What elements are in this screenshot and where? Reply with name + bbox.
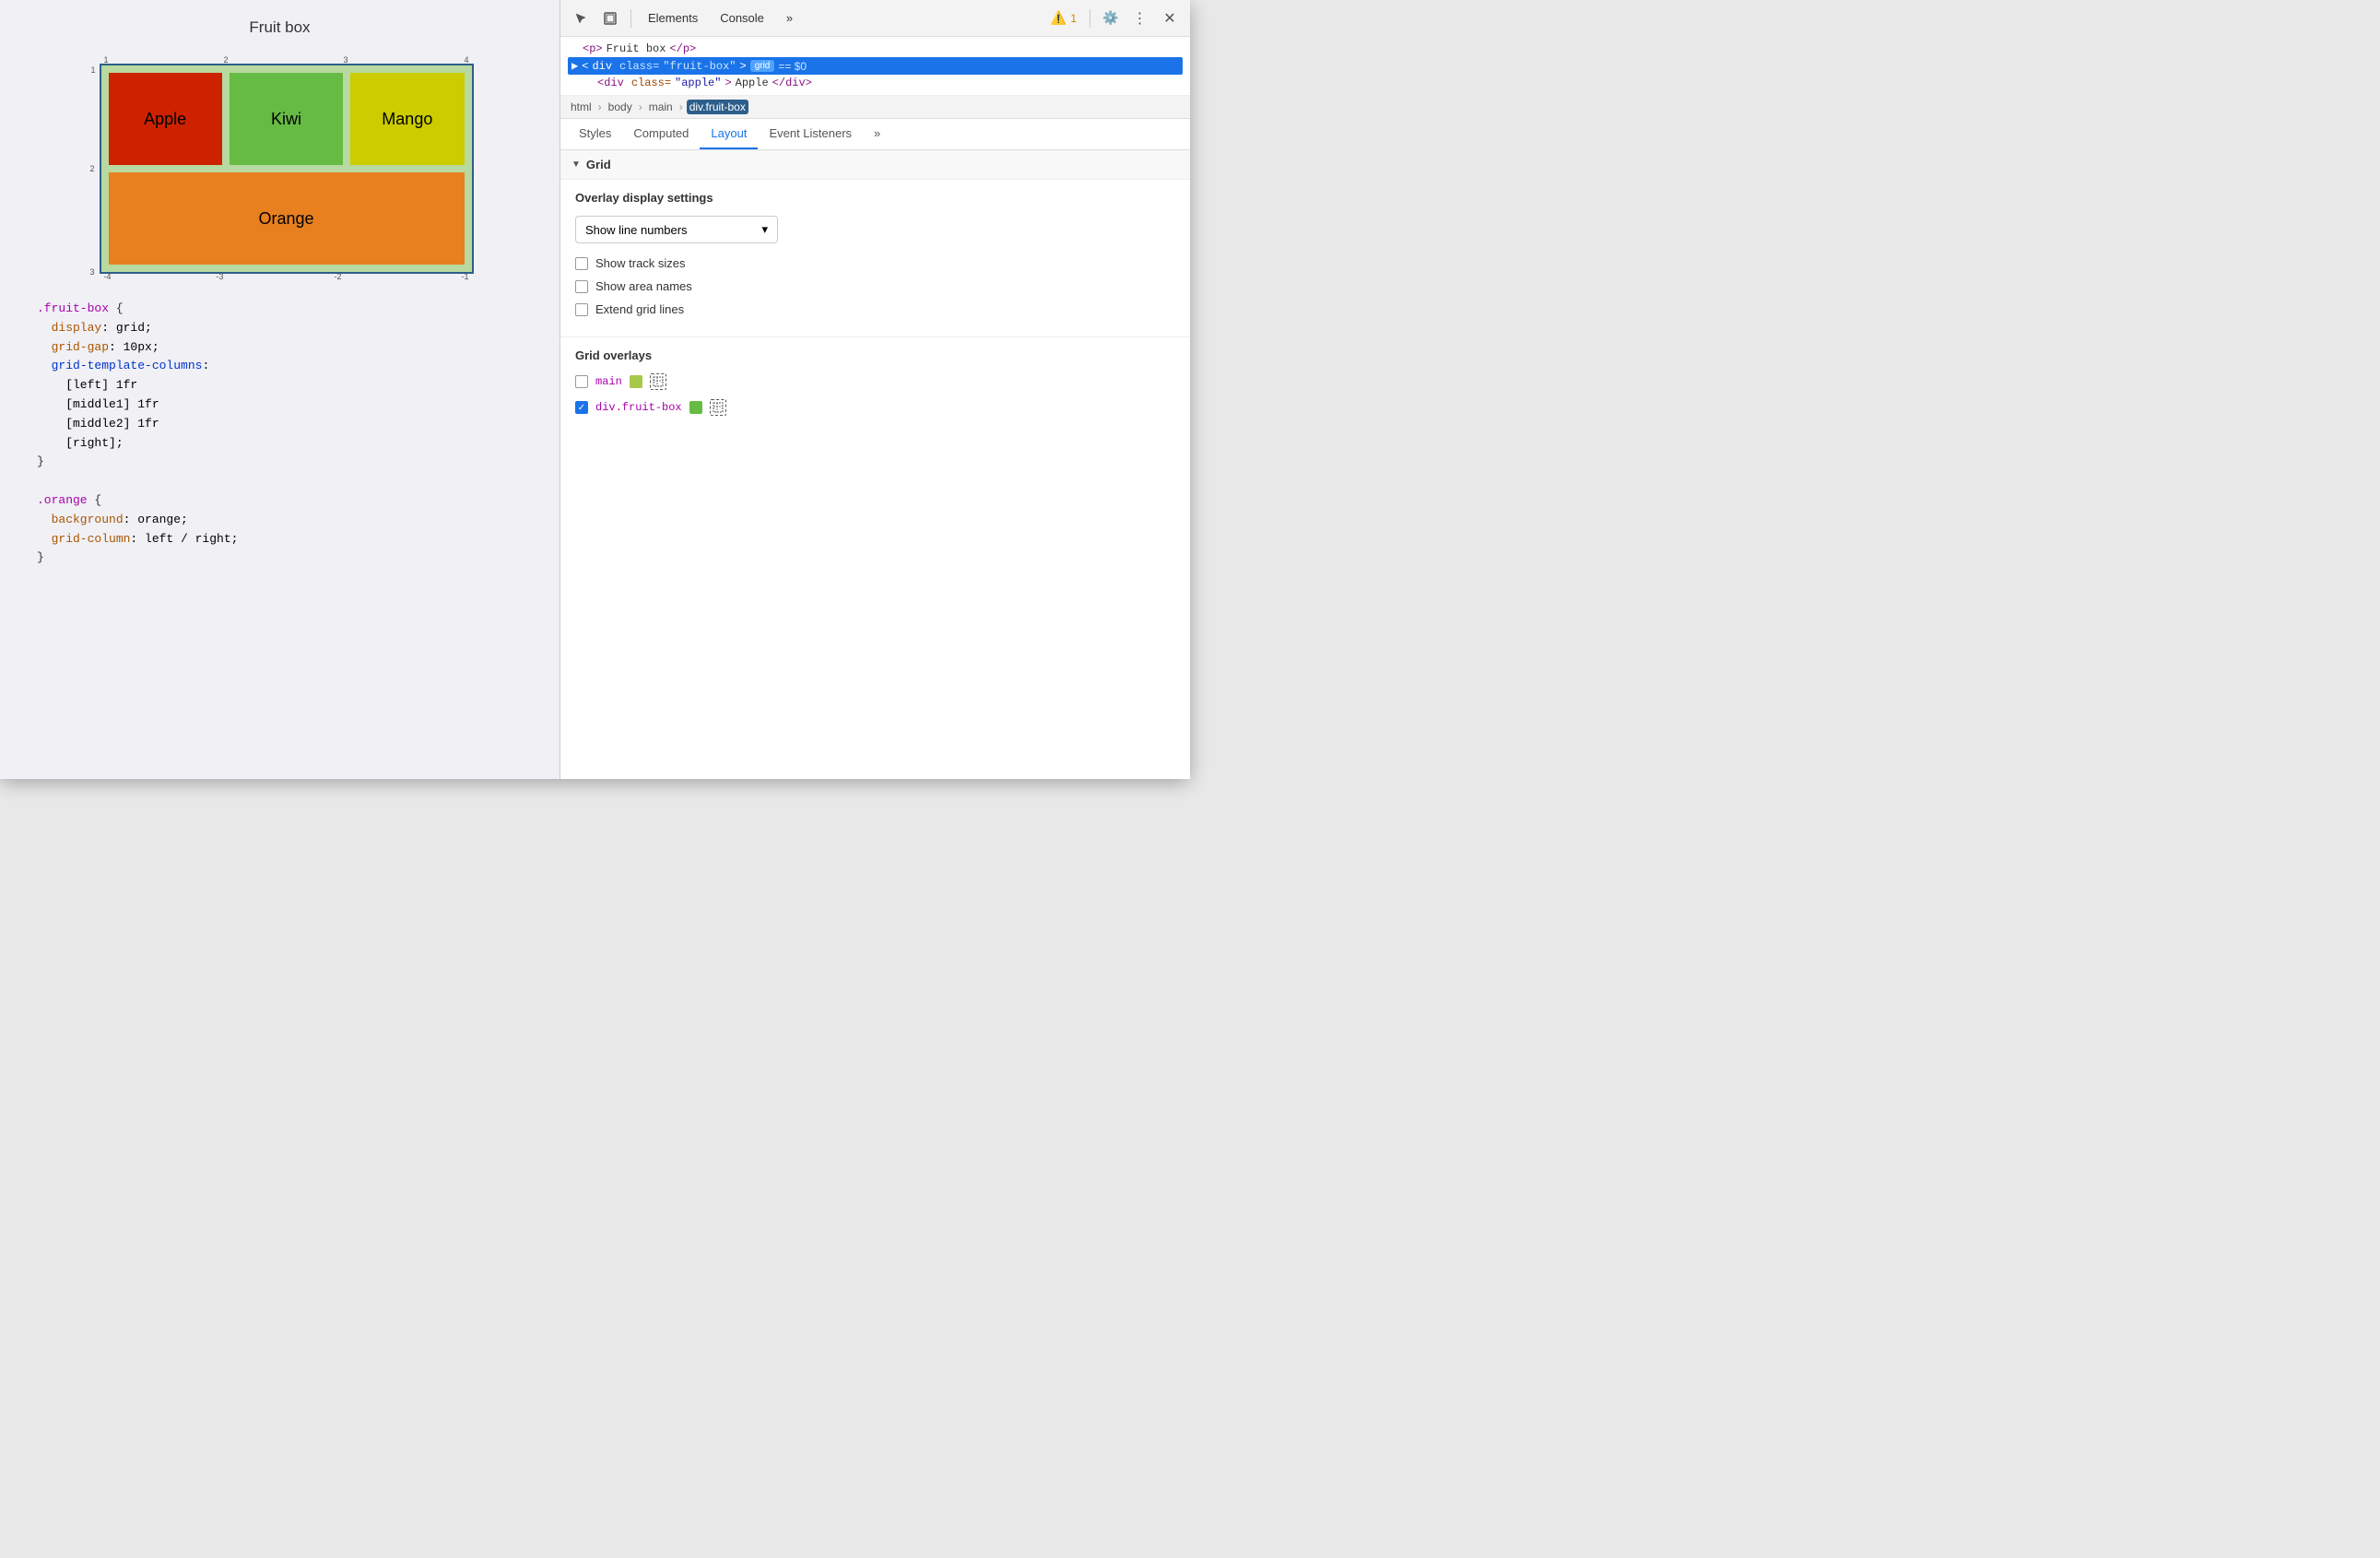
checkbox-show-area-names: Show area names bbox=[575, 279, 1175, 293]
tab-more-panels[interactable]: » bbox=[863, 119, 891, 149]
breadcrumb-body[interactable]: body bbox=[606, 100, 635, 114]
breadcrumb: html › body › main › div.fruit-box bbox=[560, 96, 1190, 119]
fruit-box-title: Fruit box bbox=[249, 18, 310, 37]
grid-visual: Apple Kiwi Mango Orange bbox=[100, 64, 474, 274]
code-line: [left] 1fr bbox=[37, 376, 523, 395]
line-num-left-3: 3 bbox=[89, 267, 96, 277]
dom-line-div-apple[interactable]: <div class= "apple" > Apple </div> bbox=[568, 75, 1183, 91]
checkbox-extend-grid-lines: Extend grid lines bbox=[575, 302, 1175, 316]
code-line: background: orange; bbox=[37, 511, 523, 530]
extend-grid-lines-label: Extend grid lines bbox=[595, 302, 684, 316]
main-color-swatch[interactable] bbox=[630, 375, 642, 388]
main-grid-icon[interactable] bbox=[650, 373, 666, 390]
code-line: .fruit-box { bbox=[37, 300, 523, 319]
dom-line-div-fruit-box[interactable]: ▶ < div class= "fruit-box" > grid == $0 bbox=[568, 57, 1183, 75]
overlay-row-fruit-box: div.fruit-box bbox=[575, 399, 1175, 416]
dropdown-container: Show line numbers ▾ bbox=[575, 216, 1175, 243]
inspect-icon[interactable] bbox=[597, 6, 623, 31]
breadcrumb-main[interactable]: main bbox=[646, 100, 676, 114]
line-num-left-1: 1 bbox=[90, 65, 97, 75]
grid-section-title: Grid bbox=[586, 158, 611, 171]
tab-more[interactable]: » bbox=[777, 7, 802, 29]
fruit-box-grid-icon[interactable] bbox=[710, 399, 726, 416]
show-area-names-checkbox[interactable] bbox=[575, 280, 588, 293]
code-section: .fruit-box { display: grid; grid-gap: 10… bbox=[18, 300, 541, 568]
checkbox-show-track-sizes: Show track sizes bbox=[575, 256, 1175, 270]
code-line: grid-gap: 10px; bbox=[37, 338, 523, 358]
code-line: grid-column: left / right; bbox=[37, 530, 523, 549]
tab-elements[interactable]: Elements bbox=[639, 7, 707, 29]
overlay-display-title: Overlay display settings bbox=[575, 191, 1175, 205]
code-selector: .fruit-box bbox=[37, 301, 109, 315]
grid-section-header[interactable]: ▼ Grid bbox=[560, 150, 1190, 180]
line-num-left-2: 2 bbox=[89, 164, 96, 173]
layout-content: ▼ Grid Overlay display settings Show lin… bbox=[560, 150, 1190, 779]
tab-event-listeners[interactable]: Event Listeners bbox=[758, 119, 863, 149]
grid-visual-container: 1 2 3 4 1 2 3 -4 -3 -2 -1 -1 Apple Kiwi … bbox=[87, 51, 474, 281]
line-numbers-dropdown[interactable]: Show line numbers ▾ bbox=[575, 216, 778, 243]
warning-count: 1 bbox=[1070, 12, 1077, 25]
close-icon[interactable]: ✕ bbox=[1157, 6, 1183, 31]
code-line: [right]; bbox=[37, 434, 523, 454]
show-track-sizes-checkbox[interactable] bbox=[575, 257, 588, 270]
fruit-box-color-swatch[interactable] bbox=[689, 401, 702, 414]
fruit-box-overlay-checkbox[interactable] bbox=[575, 401, 588, 414]
breadcrumb-div-fruit-box[interactable]: div.fruit-box bbox=[687, 100, 748, 114]
warning-badge[interactable]: ⚠️ 1 bbox=[1045, 8, 1082, 28]
dom-line-p[interactable]: <p> Fruit box </p> bbox=[568, 41, 1183, 57]
dropdown-arrow-icon: ▾ bbox=[761, 222, 768, 237]
devtools-header: Elements Console » ⚠️ 1 ⚙️ ⋮ ✕ bbox=[560, 0, 1190, 37]
tabs-row: Styles Computed Layout Event Listeners » bbox=[560, 119, 1190, 150]
cell-orange: Orange bbox=[109, 172, 465, 265]
code-line: } bbox=[37, 453, 523, 472]
overlay-section: Overlay display settings Show line numbe… bbox=[560, 180, 1190, 337]
fruit-box-overlay-name: div.fruit-box bbox=[595, 401, 682, 414]
tab-computed[interactable]: Computed bbox=[622, 119, 700, 149]
left-panel: Fruit box 1 2 3 4 1 2 3 -4 -3 -2 -1 -1 A… bbox=[0, 0, 560, 779]
triangle-icon: ▼ bbox=[571, 159, 581, 170]
right-panel: Elements Console » ⚠️ 1 ⚙️ ⋮ ✕ <p> Fruit… bbox=[560, 0, 1190, 779]
main-overlay-name: main bbox=[595, 375, 622, 388]
overlay-row-main: main bbox=[575, 373, 1175, 390]
show-track-sizes-label: Show track sizes bbox=[595, 256, 686, 270]
main-overlay-checkbox[interactable] bbox=[575, 375, 588, 388]
grid-overlays-title: Grid overlays bbox=[575, 348, 1175, 362]
cell-mango: Mango bbox=[350, 73, 464, 165]
dropdown-label: Show line numbers bbox=[585, 223, 688, 237]
cell-apple: Apple bbox=[109, 73, 222, 165]
tab-layout[interactable]: Layout bbox=[700, 119, 758, 149]
breadcrumb-html[interactable]: html bbox=[568, 100, 595, 114]
more-menu-icon[interactable]: ⋮ bbox=[1127, 6, 1153, 31]
code-line: grid-template-columns: bbox=[37, 357, 523, 376]
cursor-icon[interactable] bbox=[568, 6, 594, 31]
settings-icon[interactable]: ⚙️ bbox=[1098, 6, 1124, 31]
tab-styles[interactable]: Styles bbox=[568, 119, 622, 149]
code-line: [middle1] 1fr bbox=[37, 395, 523, 415]
code-line: display: grid; bbox=[37, 319, 523, 338]
grid-overlays-section: Grid overlays main div.fruit-box bbox=[560, 337, 1190, 436]
show-area-names-label: Show area names bbox=[595, 279, 692, 293]
tab-console[interactable]: Console bbox=[711, 7, 773, 29]
code-line: .orange { bbox=[37, 491, 523, 511]
header-divider bbox=[630, 9, 631, 28]
dom-tree: <p> Fruit box </p> ▶ < div class= "fruit… bbox=[560, 37, 1190, 96]
code-line: [middle2] 1fr bbox=[37, 415, 523, 434]
code-line: } bbox=[37, 549, 523, 568]
extend-grid-lines-checkbox[interactable] bbox=[575, 303, 588, 316]
cell-kiwi: Kiwi bbox=[230, 73, 343, 165]
warning-icon: ⚠️ bbox=[1051, 10, 1066, 26]
